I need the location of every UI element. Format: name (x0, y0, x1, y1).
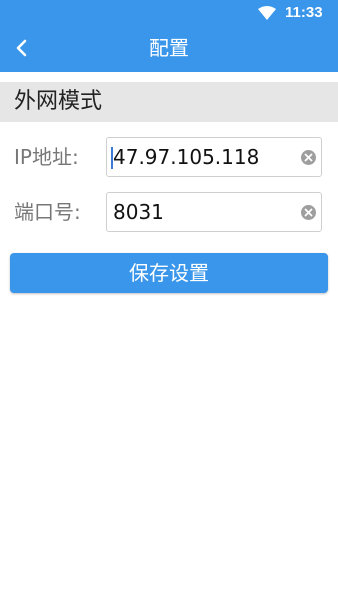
status-time: 11:33 (285, 4, 323, 21)
status-bar: 11:33 (0, 0, 338, 24)
ip-field[interactable]: 47.97.105.118 (106, 137, 322, 177)
port-row: 端口号: 8031 (0, 192, 338, 232)
wifi-icon (258, 5, 276, 20)
page-title: 配置 (149, 36, 189, 60)
clear-icon[interactable] (301, 150, 316, 165)
port-field[interactable]: 8031 (106, 192, 322, 232)
port-label: 端口号: (14, 200, 81, 224)
clear-icon[interactable] (301, 205, 316, 220)
ip-label: IP地址: (14, 145, 79, 169)
section-header: 外网模式 (0, 82, 338, 122)
app-toolbar: 配置 (0, 24, 338, 72)
ip-value[interactable]: 47.97.105.118 (113, 138, 259, 176)
ip-row: IP地址: 47.97.105.118 (0, 137, 338, 177)
save-settings-button[interactable]: 保存设置 (10, 253, 328, 293)
port-value[interactable]: 8031 (113, 193, 164, 231)
